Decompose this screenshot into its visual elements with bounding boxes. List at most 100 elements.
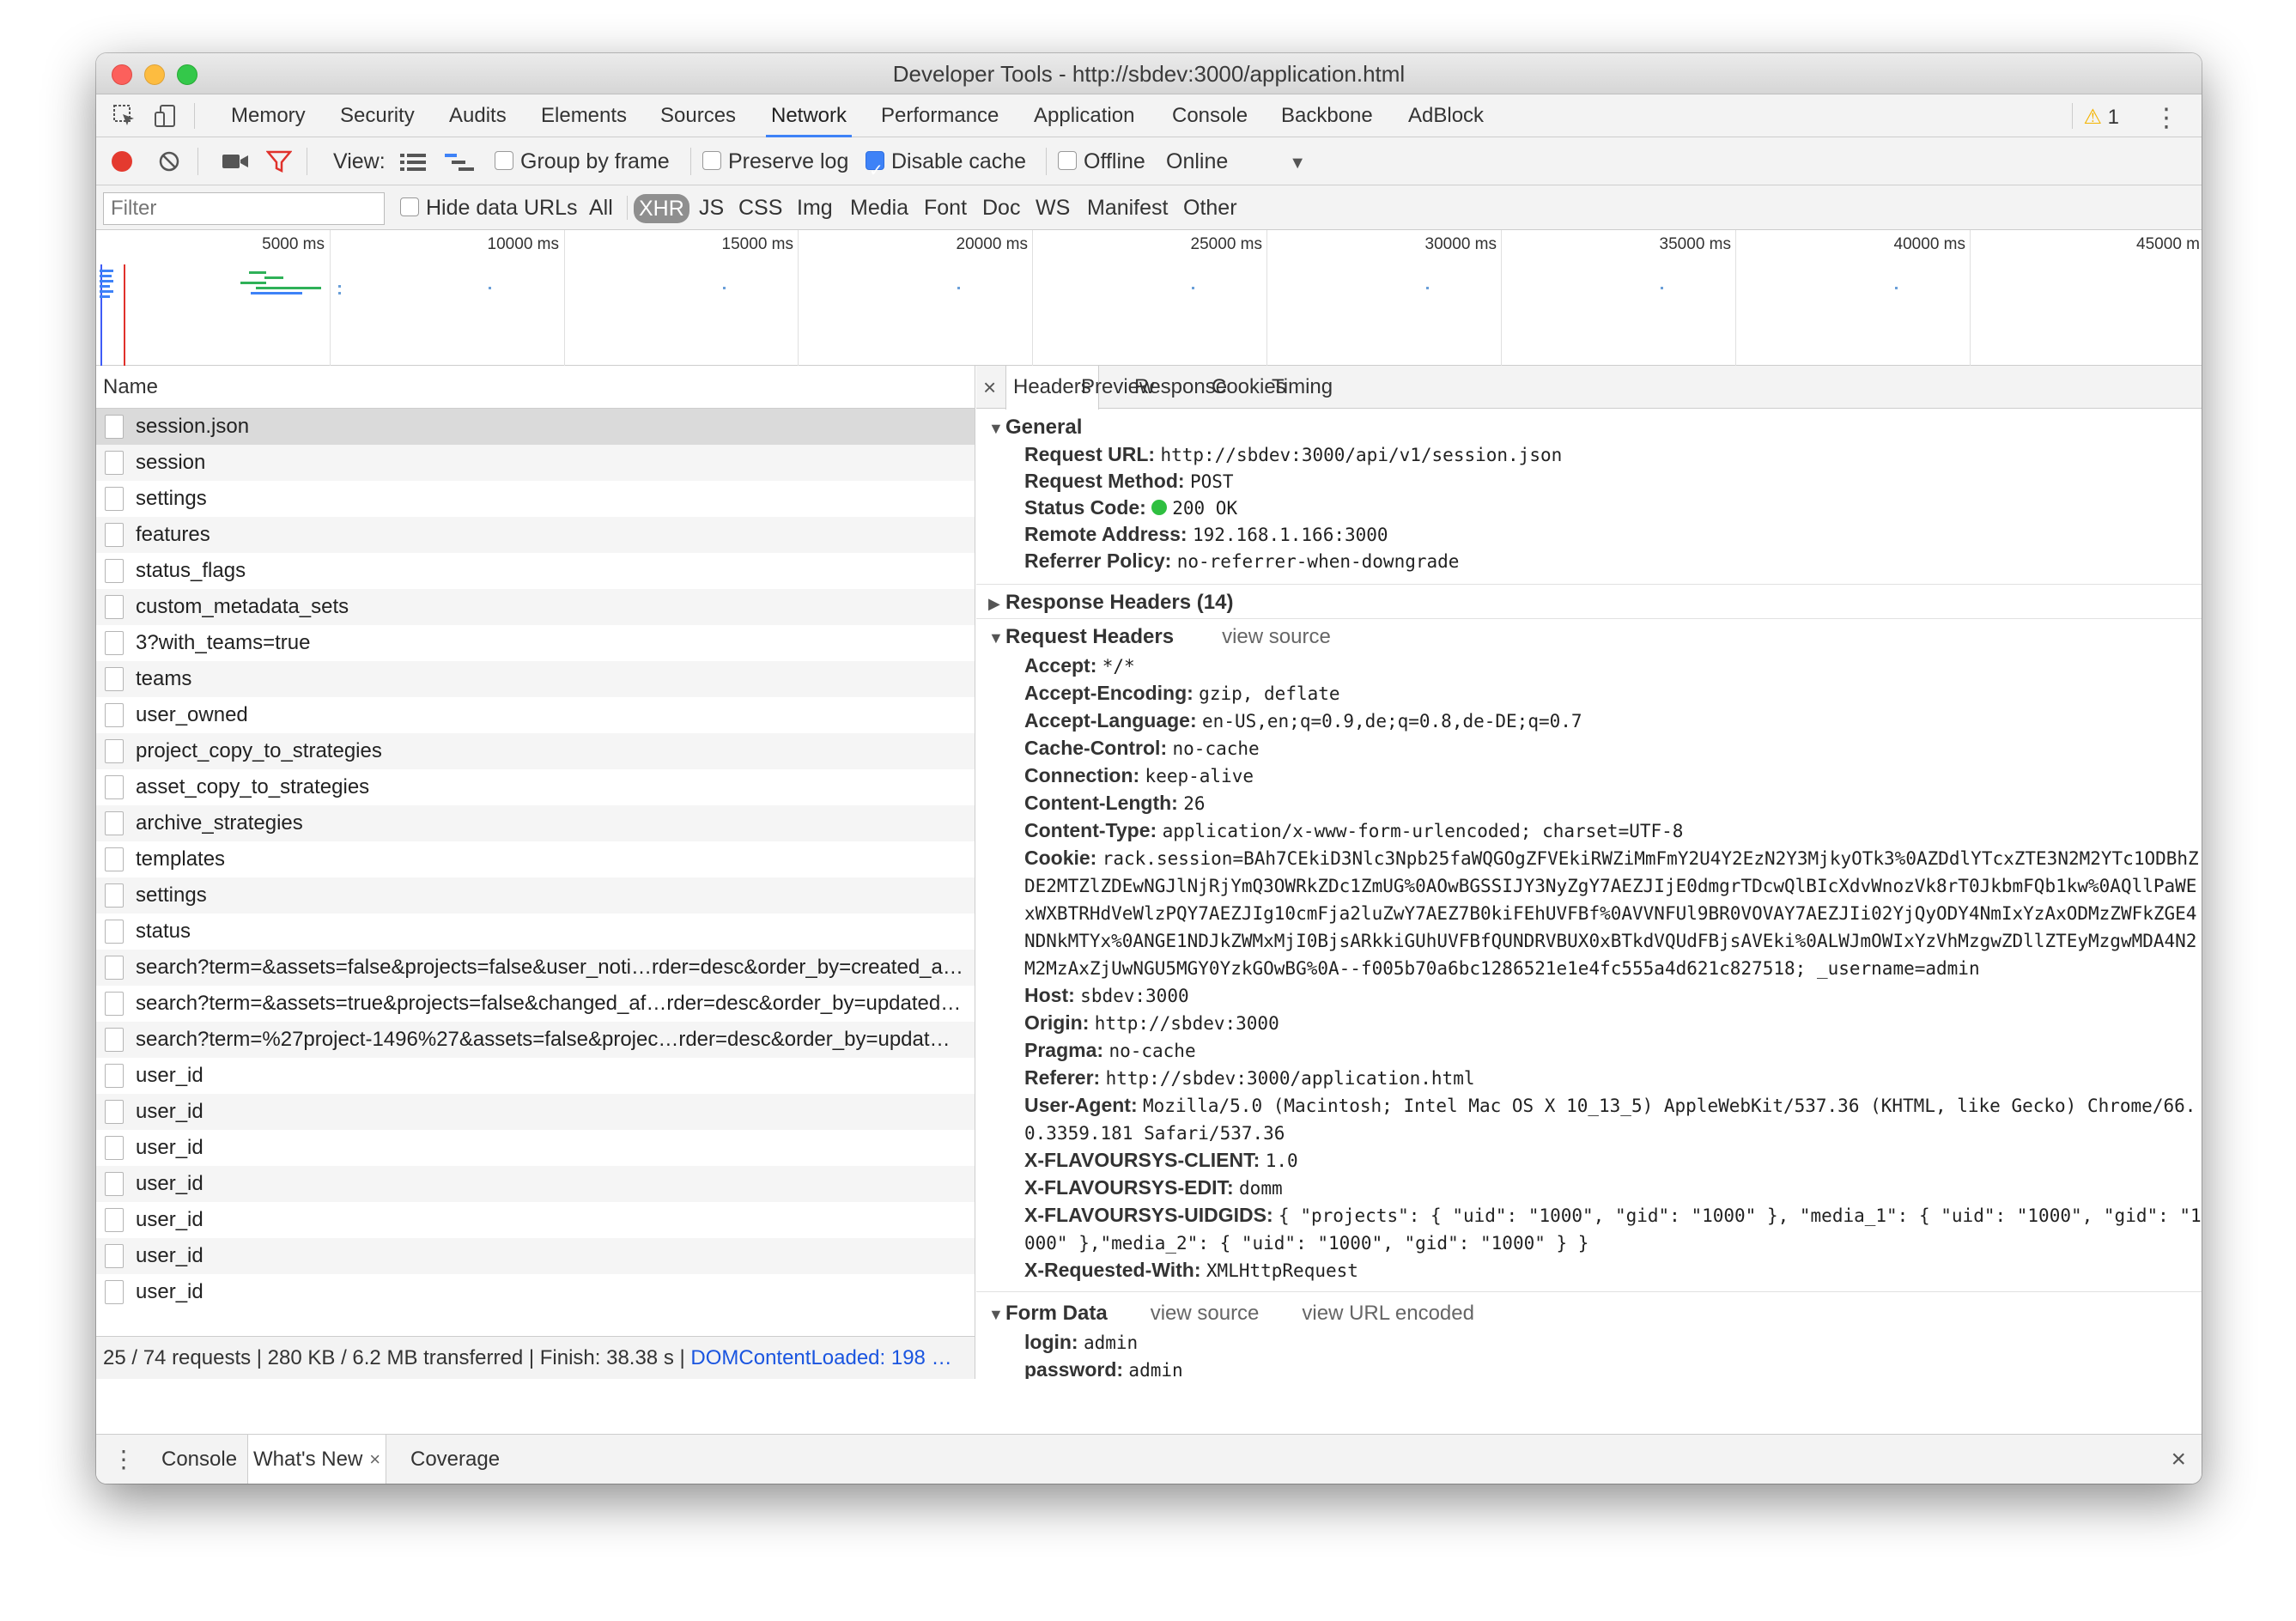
request-row[interactable]: search?term=&assets=true&projects=false&… — [96, 986, 975, 1022]
tab-security[interactable]: Security — [340, 94, 415, 137]
request-name: session.json — [136, 415, 250, 438]
filter-input[interactable] — [103, 192, 385, 225]
request-row[interactable]: archive_strategies — [96, 805, 975, 841]
inspect-element-icon[interactable] — [112, 103, 137, 129]
minimize-window-button[interactable] — [144, 64, 165, 85]
request-row[interactable]: templates — [96, 841, 975, 877]
filter-type-img[interactable]: Img — [797, 185, 833, 230]
view-url-encoded-link[interactable]: view URL encoded — [1302, 1302, 1474, 1325]
throttling-select[interactable]: Online ▼ — [1166, 137, 1306, 185]
drawer-tab-coverage[interactable]: Coverage — [410, 1435, 500, 1484]
more-options-icon[interactable]: ⋮ — [2153, 103, 2179, 133]
view-source-link[interactable]: view source — [1222, 625, 1331, 648]
close-drawer-icon[interactable]: × — [2171, 1435, 2186, 1484]
capture-screenshots-icon[interactable] — [222, 151, 249, 172]
filter-funnel-icon[interactable] — [265, 149, 293, 173]
form-data-section-header[interactable]: ▼Form Data view source view URL encoded — [988, 1299, 2202, 1329]
request-row[interactable]: custom_metadata_sets — [96, 589, 975, 625]
request-row[interactable]: features — [96, 517, 975, 553]
tab-network[interactable]: Network — [765, 94, 853, 137]
hide-data-urls-checkbox[interactable]: Hide data URLs — [400, 185, 577, 230]
tab-backbone[interactable]: Backbone — [1281, 94, 1373, 137]
preserve-log-checkbox[interactable]: Preserve log — [702, 137, 848, 185]
filter-type-other[interactable]: Other — [1183, 185, 1237, 230]
filter-type-css[interactable]: CSS — [738, 185, 782, 230]
tab-application[interactable]: Application — [1034, 94, 1134, 137]
network-overview[interactable]: 5000 ms 10000 ms 15000 ms 20000 ms 25000… — [96, 230, 2202, 366]
tab-elements[interactable]: Elements — [541, 94, 627, 137]
filter-type-manifest[interactable]: Manifest — [1087, 185, 1168, 230]
drawer-tab-whats-new[interactable]: What's New × — [247, 1435, 387, 1484]
request-row[interactable]: user_id — [96, 1058, 975, 1094]
request-row[interactable]: user_id — [96, 1166, 975, 1202]
close-tab-icon[interactable]: × — [369, 1448, 380, 1470]
filter-type-media[interactable]: Media — [850, 185, 908, 230]
offline-box[interactable] — [1058, 151, 1077, 171]
tab-timing[interactable]: Timing — [1272, 366, 1333, 409]
form-value: admin — [1083, 1333, 1139, 1353]
preserve-log-box[interactable] — [702, 151, 721, 171]
main-tab-bar: Memory Security Audits Elements Sources … — [96, 94, 2202, 137]
disable-cache-box[interactable] — [866, 147, 884, 195]
request-row[interactable]: asset_copy_to_strategies — [96, 769, 975, 805]
warnings-counter[interactable]: ⚠ 1 — [2083, 105, 2119, 130]
tab-performance[interactable]: Performance — [881, 94, 999, 137]
request-row[interactable]: user_id — [96, 1202, 975, 1238]
drawer-menu-icon[interactable]: ⋮ — [112, 1435, 136, 1484]
drawer-tab-console[interactable]: Console — [161, 1435, 237, 1484]
header-value: 26 — [1183, 793, 1206, 814]
header-value: keep-alive — [1145, 766, 1254, 786]
overview-waterfall-icon[interactable] — [445, 153, 474, 172]
form-key: password: — [1024, 1358, 1124, 1379]
filter-type-all[interactable]: All — [589, 185, 613, 230]
request-row[interactable]: search?term=&assets=false&projects=false… — [96, 950, 975, 986]
tab-adblock[interactable]: AdBlock — [1408, 94, 1484, 137]
request-row[interactable]: user_owned — [96, 697, 975, 733]
tab-memory[interactable]: Memory — [231, 94, 306, 137]
request-row[interactable]: user_id — [96, 1274, 975, 1310]
view-source-link[interactable]: view source — [1151, 1302, 1260, 1325]
request-name: templates — [136, 847, 226, 871]
request-headers-section-header[interactable]: ▼Request Headers view source — [988, 625, 1331, 649]
group-by-frame-checkbox[interactable]: Group by frame — [495, 137, 670, 185]
offline-checkbox[interactable]: Offline — [1058, 137, 1145, 185]
response-headers-section-header[interactable]: ▶ Response Headers (14) — [988, 591, 1233, 615]
clear-icon[interactable] — [158, 150, 180, 173]
header-row: User-Agent: Mozilla/5.0 (Macintosh; Inte… — [1024, 1092, 2202, 1147]
tab-sources[interactable]: Sources — [660, 94, 736, 137]
filter-type-font[interactable]: Font — [924, 185, 967, 230]
disable-cache-checkbox[interactable]: Disable cache — [866, 137, 1026, 195]
group-by-frame-box[interactable] — [495, 151, 513, 171]
request-row[interactable]: session.json — [96, 409, 975, 445]
maximize-window-button[interactable] — [177, 64, 197, 85]
request-row[interactable]: status — [96, 914, 975, 950]
close-window-button[interactable] — [112, 64, 132, 85]
request-row[interactable]: 3?with_teams=true — [96, 625, 975, 661]
file-icon — [105, 992, 124, 1016]
filter-type-doc[interactable]: Doc — [982, 185, 1020, 230]
request-row[interactable]: session — [96, 445, 975, 481]
record-icon[interactable] — [112, 151, 132, 172]
filter-type-ws[interactable]: WS — [1036, 185, 1070, 230]
request-row[interactable]: user_id — [96, 1094, 975, 1130]
general-section-header[interactable]: ▼General — [988, 416, 1082, 440]
tab-console[interactable]: Console — [1172, 94, 1248, 137]
request-name: asset_copy_to_strategies — [136, 775, 370, 798]
close-details-icon[interactable]: × — [983, 366, 996, 409]
filter-type-xhr[interactable]: XHR — [634, 194, 689, 223]
large-rows-icon[interactable] — [400, 153, 426, 172]
device-toolbar-icon[interactable] — [153, 103, 179, 129]
request-row[interactable]: settings — [96, 481, 975, 517]
request-row[interactable]: settings — [96, 877, 975, 914]
request-row[interactable]: user_id — [96, 1130, 975, 1166]
tab-audits[interactable]: Audits — [449, 94, 507, 137]
hide-data-urls-box[interactable] — [400, 197, 419, 217]
request-row[interactable]: search?term=%27project-1496%27&assets=fa… — [96, 1022, 975, 1058]
request-row[interactable]: project_copy_to_strategies — [96, 733, 975, 769]
filter-type-js[interactable]: JS — [699, 185, 724, 230]
request-row[interactable]: status_flags — [96, 553, 975, 589]
request-row[interactable]: teams — [96, 661, 975, 697]
request-row[interactable]: user_id — [96, 1238, 975, 1274]
header-row: Request URL: http://sbdev:3000/api/v1/se… — [1024, 441, 2202, 469]
name-column-header[interactable]: Name — [96, 366, 975, 409]
